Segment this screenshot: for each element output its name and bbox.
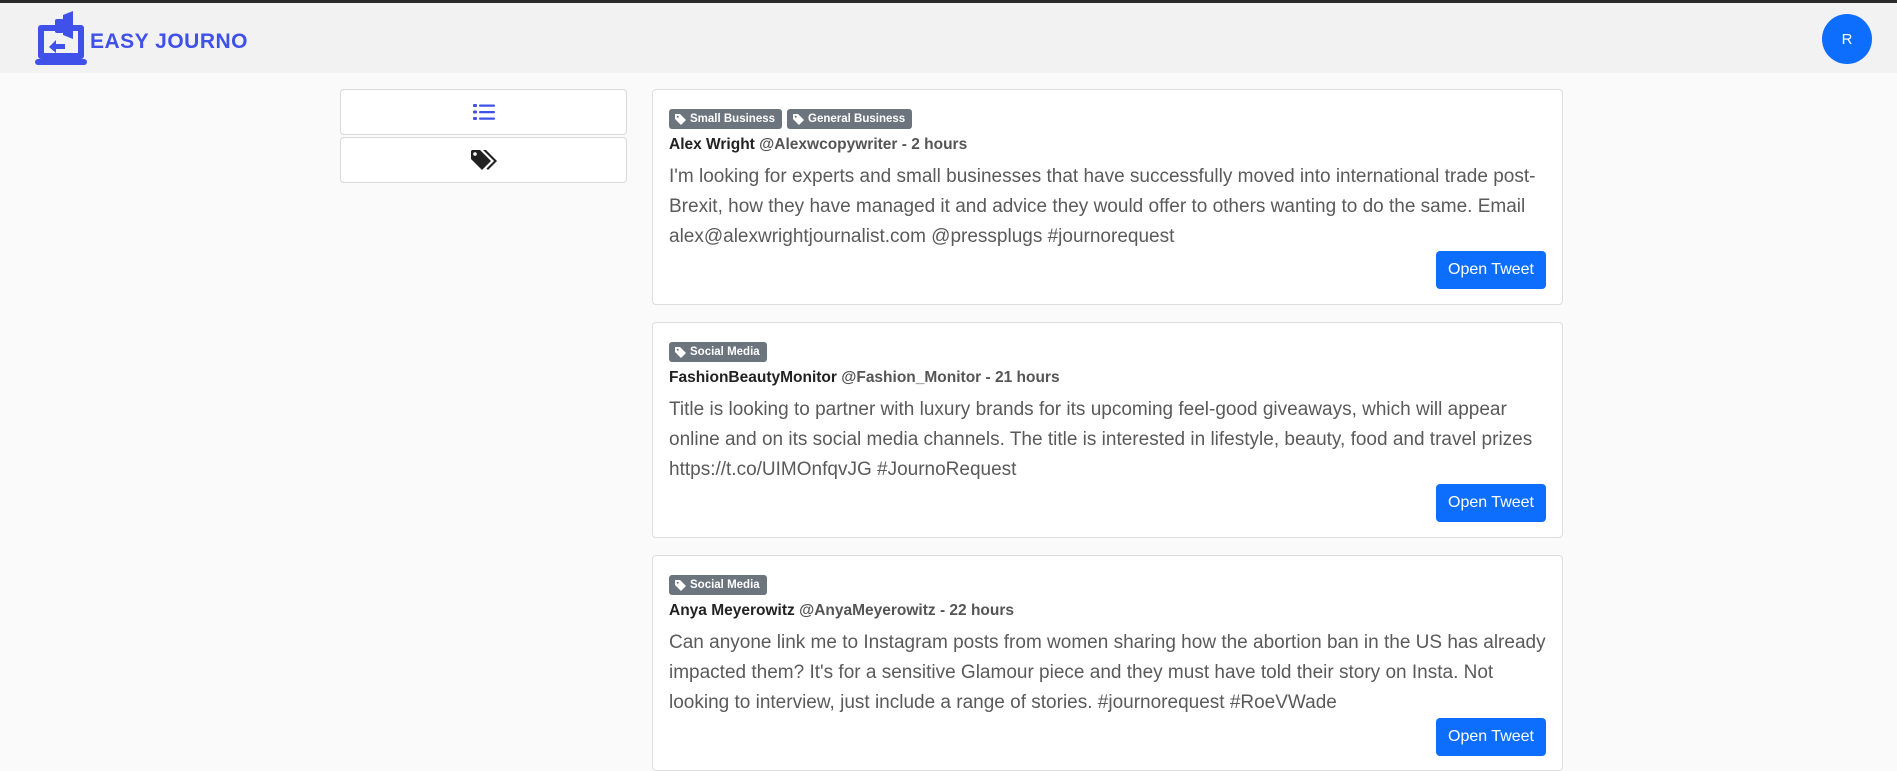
tag-icon — [675, 113, 686, 125]
request-card: Social Media Anya Meyerowitz @AnyaMeyero… — [652, 555, 1563, 771]
tag-badges: Social Media — [669, 575, 767, 595]
tags-icon — [470, 150, 497, 170]
request-text: Title is looking to partner with luxury … — [669, 399, 1533, 480]
tag-label: General Business — [808, 113, 906, 125]
byline: FashionBeautyMonitor @Fashion_Monitor - … — [669, 369, 1060, 387]
laptop-megaphone-logo-icon — [35, 11, 87, 65]
author-name: Anya Meyerowitz — [669, 602, 795, 619]
request-card: Social Media FashionBeautyMonitor @Fashi… — [652, 322, 1563, 538]
tag-badges: Social Media — [669, 342, 767, 362]
request-card: Small Business General Business Alex Wri… — [652, 89, 1563, 305]
request-text: I'm looking for experts and small busine… — [669, 166, 1536, 247]
tag-badge: Small Business — [669, 109, 783, 129]
user-avatar[interactable]: R — [1822, 14, 1872, 64]
brand-link[interactable]: EASY JOURNO — [33, 9, 248, 69]
tag-badge: Social Media — [669, 342, 767, 362]
list-view-button[interactable] — [340, 89, 627, 135]
tag-label: Social Media — [690, 579, 760, 591]
tag-label: Social Media — [690, 346, 760, 358]
author-meta: @Fashion_Monitor - 21 hours — [841, 369, 1060, 386]
tag-badge: General Business — [787, 109, 913, 129]
navbar: EASY JOURNO R — [0, 3, 1897, 73]
byline: Alex Wright @Alexwcopywriter - 2 hours — [669, 136, 967, 154]
author-meta: @Alexwcopywriter - 2 hours — [759, 136, 968, 153]
byline: Anya Meyerowitz @AnyaMeyerowitz - 22 hou… — [669, 602, 1014, 620]
tag-icon — [675, 579, 686, 591]
author-name: Alex Wright — [669, 136, 755, 153]
list-icon — [472, 104, 495, 120]
tag-badges: Small Business General Business — [669, 109, 913, 129]
open-tweet-button[interactable]: Open Tweet — [1436, 484, 1546, 522]
tag-icon — [793, 113, 805, 125]
tag-icon — [675, 346, 686, 358]
avatar-initial: R — [1841, 30, 1853, 48]
tags-view-button[interactable] — [340, 137, 627, 183]
open-tweet-button[interactable]: Open Tweet — [1436, 718, 1546, 756]
request-text: Can anyone link me to Instagram posts fr… — [669, 632, 1546, 713]
author-meta: @AnyaMeyerowitz - 22 hours — [799, 602, 1015, 619]
tag-label: Small Business — [690, 113, 776, 125]
tag-badge: Social Media — [669, 575, 767, 595]
open-tweet-button[interactable]: Open Tweet — [1436, 251, 1546, 289]
brand-name: EASY JOURNO — [90, 30, 248, 53]
author-name: FashionBeautyMonitor — [669, 369, 837, 386]
